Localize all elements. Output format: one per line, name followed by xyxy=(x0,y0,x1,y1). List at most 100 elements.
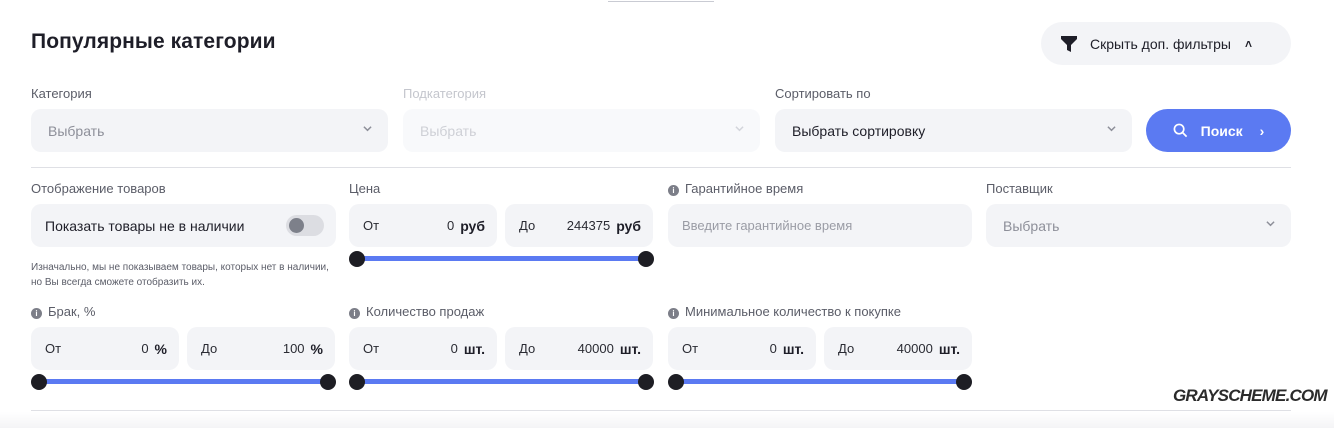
price-from-input[interactable]: От 0 руб xyxy=(349,204,497,247)
info-icon[interactable]: i xyxy=(668,185,679,196)
price-from-value: 0 xyxy=(446,218,455,233)
min-purchase-from-prefix: От xyxy=(682,341,699,356)
out-of-stock-hint: Изначально, мы не показываем товары, кот… xyxy=(31,262,329,288)
defect-label: i Брак, % xyxy=(31,304,95,319)
info-icon[interactable]: i xyxy=(349,308,360,319)
info-icon[interactable]: i xyxy=(668,308,679,319)
slider-handle-min[interactable] xyxy=(668,374,684,390)
watermark: GRAYSCHEME.COM xyxy=(1173,386,1328,405)
sales-from-input[interactable]: От 0 шт. xyxy=(349,327,497,370)
price-to-prefix: До xyxy=(519,218,536,233)
min-purchase-to-input[interactable]: До 40000 шт. xyxy=(824,327,972,370)
defect-from-unit: % xyxy=(154,340,167,357)
slider-handle-max[interactable] xyxy=(956,374,972,390)
defect-to-unit: % xyxy=(310,340,323,357)
defect-to-input[interactable]: До 100 % xyxy=(187,327,335,370)
slider-handle-max[interactable] xyxy=(638,374,654,390)
category-select-value: Выбрать xyxy=(48,122,105,139)
section-divider xyxy=(31,167,1291,168)
chevron-down-icon xyxy=(735,126,744,132)
show-out-of-stock-label: Показать товары не в наличии xyxy=(45,217,245,234)
sales-from-prefix: От xyxy=(363,341,380,356)
show-out-of-stock-toggle-row: Показать товары не в наличии xyxy=(31,204,336,247)
sales-label: i Количество продаж xyxy=(349,304,484,319)
sales-to-value: 40000 xyxy=(577,341,614,356)
sales-to-unit: шт. xyxy=(619,340,641,357)
warranty-label: i Гарантийное время xyxy=(668,181,803,196)
defect-to-prefix: До xyxy=(201,341,218,356)
funnel-icon xyxy=(1061,35,1077,52)
search-button-label: Поиск xyxy=(1200,122,1243,139)
min-purchase-label-text: Минимальное количество к покупке xyxy=(685,304,901,319)
min-purchase-from-unit: шт. xyxy=(782,340,804,357)
price-to-unit: руб xyxy=(616,217,641,234)
price-to-value: 244375 xyxy=(566,218,611,233)
min-purchase-to-unit: шт. xyxy=(938,340,960,357)
min-purchase-to-prefix: До xyxy=(838,341,855,356)
slider-handle-min[interactable] xyxy=(349,251,365,267)
sales-range-slider[interactable] xyxy=(349,374,654,390)
sort-label: Сортировать по xyxy=(775,86,871,101)
subcategory-label: Подкатегория xyxy=(403,86,487,101)
display-label: Отображение товаров xyxy=(31,181,166,196)
price-to-input[interactable]: До 244375 руб xyxy=(505,204,653,247)
chevron-down-icon xyxy=(1266,221,1275,227)
show-out-of-stock-switch[interactable] xyxy=(286,215,324,236)
bottom-fade xyxy=(0,412,1334,428)
search-icon xyxy=(1173,123,1187,138)
page-title: Популярные категории xyxy=(31,30,276,53)
warranty-placeholder: Введите гарантийное время xyxy=(682,218,853,233)
slider-track xyxy=(355,256,648,261)
min-purchase-from-value: 0 xyxy=(769,341,777,356)
defect-to-value: 100 xyxy=(282,341,305,356)
hide-filters-button[interactable]: Скрыть доп. фильтры ˄ xyxy=(1041,22,1291,65)
supplier-select[interactable]: Выбрать xyxy=(986,204,1291,247)
sales-label-text: Количество продаж xyxy=(366,304,485,319)
sales-to-prefix: До xyxy=(519,341,536,356)
slider-handle-max[interactable] xyxy=(320,374,336,390)
supplier-select-value: Выбрать xyxy=(1003,217,1060,234)
search-button[interactable]: Поиск › xyxy=(1146,109,1291,152)
price-from-unit: руб xyxy=(460,217,485,234)
sales-from-unit: шт. xyxy=(463,340,485,357)
warranty-label-text: Гарантийное время xyxy=(685,181,804,196)
category-select[interactable]: Выбрать xyxy=(31,109,388,152)
warranty-input[interactable]: Введите гарантийное время xyxy=(668,204,972,247)
slider-handle-min[interactable] xyxy=(349,374,365,390)
top-link-underline[interactable] xyxy=(608,0,714,2)
defect-label-text: Брак, % xyxy=(48,304,96,319)
price-label: Цена xyxy=(349,181,381,196)
defect-range-slider[interactable] xyxy=(31,374,336,390)
defect-from-value: 0 xyxy=(141,341,149,356)
sort-select[interactable]: Выбрать сортировку xyxy=(775,109,1132,152)
min-purchase-from-input[interactable]: От 0 шт. xyxy=(668,327,816,370)
chevron-down-icon xyxy=(1107,126,1116,132)
slider-track xyxy=(37,379,330,384)
chevron-up-icon: ˄ xyxy=(1244,36,1252,51)
filters-page: Популярные категории Скрыть доп. фильтры… xyxy=(0,0,1334,428)
subcategory-select[interactable]: Выбрать xyxy=(403,109,760,152)
price-from-prefix: От xyxy=(363,218,380,233)
min-purchase-to-value: 40000 xyxy=(896,341,933,356)
sales-to-input[interactable]: До 40000 шт. xyxy=(505,327,653,370)
info-icon[interactable]: i xyxy=(31,308,42,319)
chevron-right-icon: › xyxy=(1259,122,1265,139)
slider-handle-max[interactable] xyxy=(638,251,654,267)
min-purchase-range-slider[interactable] xyxy=(668,374,972,390)
subcategory-select-value: Выбрать xyxy=(420,122,477,139)
bottom-divider xyxy=(31,410,1291,411)
switch-knob xyxy=(289,218,304,233)
slider-track xyxy=(355,379,648,384)
slider-track xyxy=(674,379,966,384)
slider-handle-min[interactable] xyxy=(31,374,47,390)
chevron-down-icon xyxy=(363,126,372,132)
sales-from-value: 0 xyxy=(450,341,458,356)
defect-from-prefix: От xyxy=(45,341,62,356)
min-purchase-label: i Минимальное количество к покупке xyxy=(668,304,901,319)
hide-filters-label: Скрыть доп. фильтры xyxy=(1090,35,1231,52)
supplier-label: Поставщик xyxy=(986,181,1053,196)
category-label: Категория xyxy=(31,86,92,101)
sort-select-value: Выбрать сортировку xyxy=(792,122,926,139)
price-range-slider[interactable] xyxy=(349,251,654,267)
defect-from-input[interactable]: От 0 % xyxy=(31,327,179,370)
